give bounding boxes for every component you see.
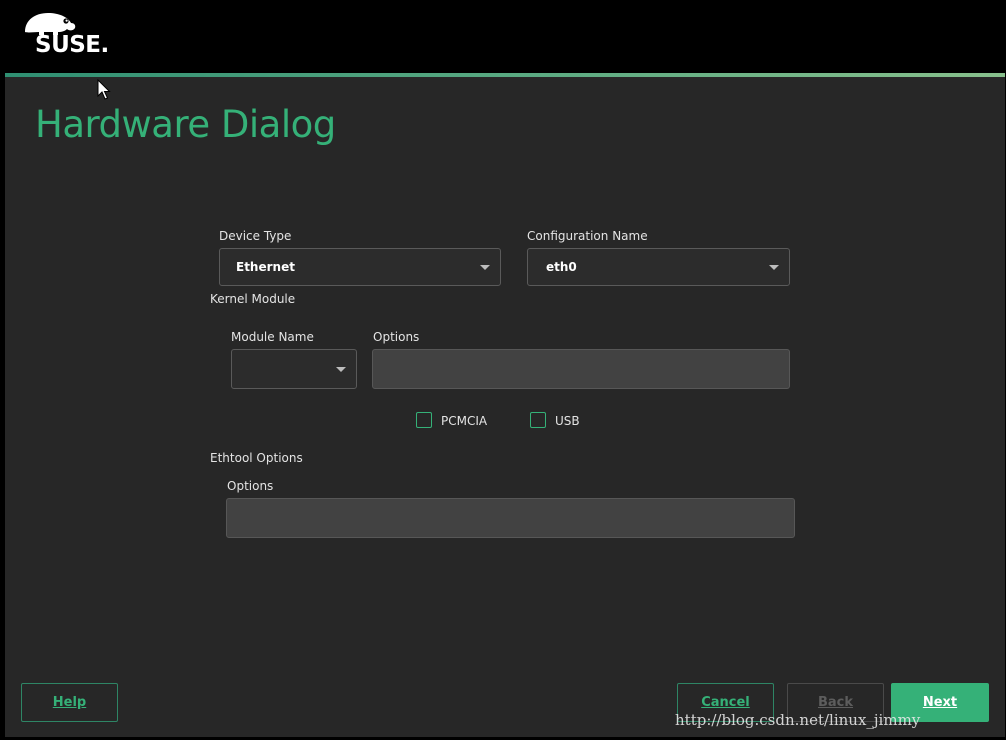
suse-logo: SUSE.	[20, 10, 115, 60]
device-type-value: Ethernet	[236, 260, 295, 274]
help-button[interactable]: Help	[21, 683, 118, 722]
chevron-down-icon	[480, 265, 490, 270]
configuration-name-combobox[interactable]: eth0	[527, 248, 790, 286]
configuration-name-value: eth0	[546, 260, 577, 274]
chevron-down-icon	[336, 367, 346, 372]
kernel-options-input[interactable]	[372, 349, 790, 389]
module-name-combobox[interactable]	[231, 349, 357, 389]
device-type-combobox[interactable]: Ethernet	[219, 248, 501, 286]
usb-checkbox[interactable]	[530, 412, 546, 428]
page-title: Hardware Dialog	[35, 103, 336, 146]
ethtool-options-input[interactable]	[226, 498, 795, 538]
mouse-pointer-icon	[97, 79, 111, 100]
pcmcia-label[interactable]: PCMCIA	[441, 414, 487, 428]
pcmcia-checkbox[interactable]	[416, 412, 432, 428]
watermark-text: http://blog.csdn.net/linux_jimmy	[675, 711, 921, 729]
main-panel: Hardware Dialog Device Type Ethernet Con…	[5, 77, 1005, 737]
usb-label[interactable]: USB	[555, 414, 580, 428]
ethtool-options-label: Options	[227, 479, 274, 493]
kernel-options-label: Options	[373, 330, 420, 344]
ethtool-options-heading: Ethtool Options	[210, 451, 303, 465]
brand-name: SUSE.	[35, 32, 109, 58]
configuration-name-label: Configuration Name	[527, 229, 648, 243]
device-type-label: Device Type	[219, 229, 292, 243]
top-bar: SUSE.	[0, 0, 1006, 73]
module-name-label: Module Name	[231, 330, 314, 344]
kernel-module-heading: Kernel Module	[210, 292, 296, 306]
chevron-down-icon	[769, 265, 779, 270]
